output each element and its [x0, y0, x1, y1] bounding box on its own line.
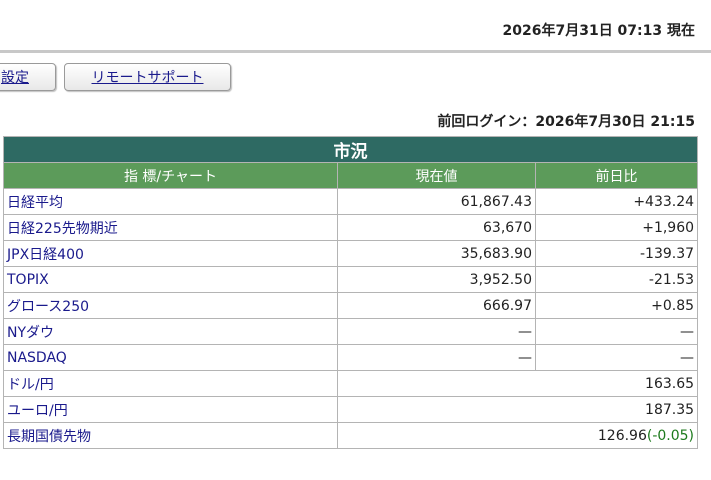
table-row: 日経平均 61,867.43 +433.24 [3, 188, 699, 215]
market-title: 市況 [2, 136, 699, 163]
table-row: JPX日経400 35,683.90 -139.37 [3, 240, 699, 267]
table-row: ドル/円 163.65 [3, 370, 699, 397]
settings-button[interactable]: 設定 [0, 63, 56, 91]
index-link-growth250[interactable]: グロース250 [3, 292, 338, 319]
current-value: — [337, 344, 536, 371]
change-value: — [534, 318, 699, 345]
current-timestamp: 2026年7月31日 07:13 現在 [502, 23, 696, 39]
table-row: TOPIX 3,952.50 -21.53 [3, 266, 699, 293]
table-row: ユーロ/円 187.35 [3, 396, 699, 423]
change-value: -139.37 [534, 240, 699, 267]
market-table: 市況 指 標/チャート 現在値 前日比 日経平均 61,867.43 +433.… [2, 136, 699, 449]
table-row: グロース250 666.97 +0.85 [3, 292, 699, 319]
index-link-ny-dow[interactable]: NYダウ [3, 318, 338, 345]
table-row: 日経225先物期近 63,670 +1,960 [3, 214, 699, 241]
current-value: 35,683.90 [337, 240, 536, 267]
table-row: NASDAQ — — [3, 344, 699, 371]
fx-value: 163.65 [336, 370, 699, 397]
table-row: NYダウ — — [3, 318, 699, 345]
bond-change: (-0.05) [646, 427, 695, 444]
current-value: — [337, 318, 536, 345]
bond-value: 126.96 [597, 427, 647, 444]
current-value: 61,867.43 [337, 188, 536, 215]
column-header-index: 指 標/チャート [3, 162, 338, 189]
index-link-topix[interactable]: TOPIX [3, 266, 338, 293]
current-value: 63,670 [337, 214, 536, 241]
fx-link-usd-jpy[interactable]: ドル/円 [3, 370, 338, 397]
bond-value-cell: 126.96(-0.05) [336, 422, 699, 449]
current-value: 3,952.50 [337, 266, 536, 293]
current-value: 666.97 [337, 292, 536, 319]
change-value: +433.24 [534, 188, 699, 215]
fx-value: 187.35 [336, 396, 699, 423]
index-link-nikkei-futures[interactable]: 日経225先物期近 [3, 214, 338, 241]
header-divider [0, 50, 711, 53]
change-value: -21.53 [534, 266, 699, 293]
fx-link-eur-jpy[interactable]: ユーロ/円 [3, 396, 338, 423]
last-login: 前回ログイン：2026年7月30日 21:15 [437, 114, 695, 130]
change-value: — [534, 344, 699, 371]
index-link-nikkei225[interactable]: 日経平均 [3, 188, 338, 215]
remote-support-button[interactable]: リモートサポート [64, 63, 231, 91]
table-row: 長期国債先物 126.96(-0.05) [3, 422, 699, 449]
column-header-current-value: 現在値 [337, 162, 536, 189]
bond-link-jgb-futures[interactable]: 長期国債先物 [3, 422, 338, 449]
change-value: +0.85 [534, 292, 699, 319]
index-link-nasdaq[interactable]: NASDAQ [3, 344, 338, 371]
change-value: +1,960 [534, 214, 699, 241]
index-link-jpx400[interactable]: JPX日経400 [3, 240, 338, 267]
column-header-change: 前日比 [534, 162, 699, 189]
